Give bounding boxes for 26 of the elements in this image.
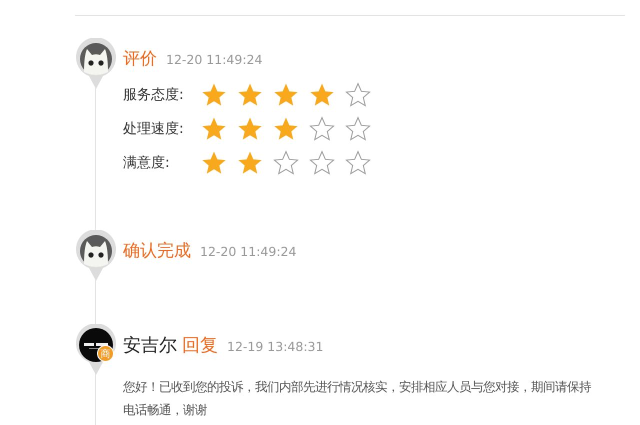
timestamp: 12-20 11:49:24	[200, 244, 296, 259]
empty-star-icon	[345, 150, 371, 176]
entry-title: 确认完成	[123, 240, 191, 262]
filled-star-icon	[237, 82, 263, 108]
rating-label: 处理速度:	[123, 120, 185, 138]
entry-title: 评价	[123, 48, 157, 70]
empty-star-icon	[345, 82, 371, 108]
entry-title: 回复	[182, 334, 218, 357]
filled-star-icon	[273, 116, 299, 142]
timestamp: 12-19 13:48:31	[227, 339, 324, 354]
reply-message: 您好！已收到您的投诉，我们内部先进行情况核实，安排相应人员与您对接，期间请保持电话畅通，谢谢	[123, 378, 592, 419]
rating-label: 满意度:	[123, 154, 171, 172]
filled-star-icon	[201, 82, 227, 108]
filled-star-icon	[237, 150, 263, 176]
empty-star-icon	[309, 116, 335, 142]
empty-star-icon	[273, 150, 299, 176]
rating-label: 服务态度:	[123, 86, 185, 104]
filled-star-icon	[201, 116, 227, 142]
filled-star-icon	[273, 82, 299, 108]
filled-star-icon	[201, 150, 227, 176]
empty-star-icon	[345, 116, 371, 142]
filled-star-icon	[309, 82, 335, 108]
merchant-name: 安吉尔	[123, 334, 177, 357]
filled-star-icon	[237, 116, 263, 142]
timestamp: 12-20 11:49:24	[166, 52, 262, 67]
empty-star-icon	[309, 150, 335, 176]
